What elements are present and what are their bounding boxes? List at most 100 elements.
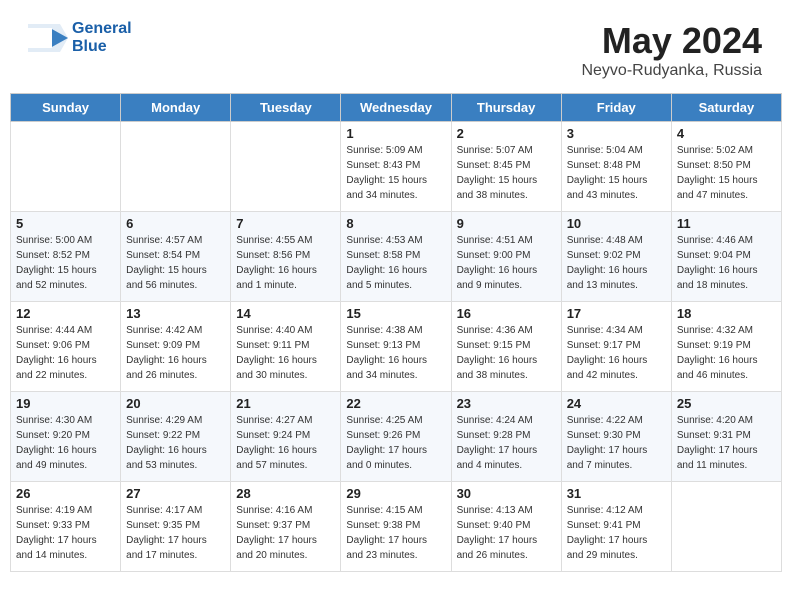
day-detail: Sunrise: 4:30 AM Sunset: 9:20 PM Dayligh… xyxy=(16,413,115,473)
day-detail: Sunrise: 5:07 AM Sunset: 8:45 PM Dayligh… xyxy=(457,143,556,203)
day-number: 7 xyxy=(236,216,335,231)
calendar-cell: 12 Sunrise: 4:44 AM Sunset: 9:06 PM Dayli… xyxy=(11,302,121,392)
calendar-cell: 2 Sunrise: 5:07 AM Sunset: 8:45 PM Daylig… xyxy=(451,122,561,212)
day-number: 8 xyxy=(346,216,445,231)
calendar-cell: 10Sunrise: 4:48 AM Sunset: 9:02 PM Dayli… xyxy=(561,212,671,302)
calendar-cell: 19 Sunrise: 4:30 AM Sunset: 9:20 PM Dayli… xyxy=(11,392,121,482)
calendar-week-row: 12 Sunrise: 4:44 AM Sunset: 9:06 PM Dayli… xyxy=(11,302,782,392)
day-number: 1 xyxy=(346,126,445,141)
calendar-header-row: SundayMondayTuesdayWednesdayThursdayFrid… xyxy=(11,94,782,122)
calendar-cell: 14 Sunrise: 4:40 AM Sunset: 9:11 PM Dayli… xyxy=(231,302,341,392)
calendar-cell: 27 Sunrise: 4:17 AM Sunset: 9:35 PM Dayli… xyxy=(121,482,231,572)
day-number: 19 xyxy=(16,396,115,411)
calendar-cell: 7Sunrise: 4:55 AM Sunset: 8:56 PM Daylig… xyxy=(231,212,341,302)
day-number: 22 xyxy=(346,396,445,411)
calendar-cell xyxy=(121,122,231,212)
day-detail: Sunrise: 4:38 AM Sunset: 9:13 PM Dayligh… xyxy=(346,323,445,383)
day-number: 20 xyxy=(126,396,225,411)
day-detail: Sunrise: 4:25 AM Sunset: 9:26 PM Dayligh… xyxy=(346,413,445,473)
day-number: 28 xyxy=(236,486,335,501)
day-number: 11 xyxy=(677,216,776,231)
day-number: 6 xyxy=(126,216,225,231)
day-detail: Sunrise: 4:12 AM Sunset: 9:41 PM Dayligh… xyxy=(567,503,666,563)
day-detail: Sunrise: 4:20 AM Sunset: 9:31 PM Dayligh… xyxy=(677,413,776,473)
calendar-cell: 6 Sunrise: 4:57 AM Sunset: 8:54 PM Daylig… xyxy=(121,212,231,302)
day-detail: Sunrise: 4:22 AM Sunset: 9:30 PM Dayligh… xyxy=(567,413,666,473)
day-of-week-header: Saturday xyxy=(671,94,781,122)
day-number: 16 xyxy=(457,306,556,321)
day-detail: Sunrise: 4:13 AM Sunset: 9:40 PM Dayligh… xyxy=(457,503,556,563)
calendar-cell: 29 Sunrise: 4:15 AM Sunset: 9:38 PM Dayli… xyxy=(341,482,451,572)
calendar-cell: 31 Sunrise: 4:12 AM Sunset: 9:41 PM Dayli… xyxy=(561,482,671,572)
day-detail: Sunrise: 4:15 AM Sunset: 9:38 PM Dayligh… xyxy=(346,503,445,563)
day-detail: Sunrise: 4:53 AM Sunset: 8:58 PM Dayligh… xyxy=(346,233,445,293)
calendar-cell: 17Sunrise: 4:34 AM Sunset: 9:17 PM Dayli… xyxy=(561,302,671,392)
day-number: 2 xyxy=(457,126,556,141)
calendar-week-row: 26Sunrise: 4:19 AM Sunset: 9:33 PM Dayli… xyxy=(11,482,782,572)
calendar-cell: 11 Sunrise: 4:46 AM Sunset: 9:04 PM Dayli… xyxy=(671,212,781,302)
calendar-table: SundayMondayTuesdayWednesdayThursdayFrid… xyxy=(10,93,782,572)
day-number: 31 xyxy=(567,486,666,501)
calendar-week-row: 19 Sunrise: 4:30 AM Sunset: 9:20 PM Dayli… xyxy=(11,392,782,482)
calendar-cell: 23 Sunrise: 4:24 AM Sunset: 9:28 PM Dayli… xyxy=(451,392,561,482)
day-of-week-header: Thursday xyxy=(451,94,561,122)
calendar-cell: 13Sunrise: 4:42 AM Sunset: 9:09 PM Dayli… xyxy=(121,302,231,392)
day-detail: Sunrise: 4:57 AM Sunset: 8:54 PM Dayligh… xyxy=(126,233,225,293)
day-number: 23 xyxy=(457,396,556,411)
calendar-cell: 3 Sunrise: 5:04 AM Sunset: 8:48 PM Daylig… xyxy=(561,122,671,212)
calendar-cell: 24Sunrise: 4:22 AM Sunset: 9:30 PM Dayli… xyxy=(561,392,671,482)
page-header: General Blue May 2024 Neyvo-Rudyanka, Ru… xyxy=(10,10,782,85)
calendar-cell: 21 Sunrise: 4:27 AM Sunset: 9:24 PM Dayli… xyxy=(231,392,341,482)
day-number: 14 xyxy=(236,306,335,321)
day-detail: Sunrise: 4:51 AM Sunset: 9:00 PM Dayligh… xyxy=(457,233,556,293)
day-detail: Sunrise: 4:36 AM Sunset: 9:15 PM Dayligh… xyxy=(457,323,556,383)
day-number: 3 xyxy=(567,126,666,141)
day-detail: Sunrise: 4:24 AM Sunset: 9:28 PM Dayligh… xyxy=(457,413,556,473)
day-number: 10 xyxy=(567,216,666,231)
logo-general: General xyxy=(72,20,132,38)
calendar-week-row: 1 Sunrise: 5:09 AM Sunset: 8:43 PM Daylig… xyxy=(11,122,782,212)
day-number: 21 xyxy=(236,396,335,411)
calendar-cell: 28 Sunrise: 4:16 AM Sunset: 9:37 PM Dayli… xyxy=(231,482,341,572)
day-detail: Sunrise: 5:00 AM Sunset: 8:52 PM Dayligh… xyxy=(16,233,115,293)
calendar-cell xyxy=(11,122,121,212)
day-of-week-header: Wednesday xyxy=(341,94,451,122)
calendar-cell xyxy=(231,122,341,212)
day-number: 15 xyxy=(346,306,445,321)
day-number: 9 xyxy=(457,216,556,231)
day-number: 12 xyxy=(16,306,115,321)
calendar-cell: 16 Sunrise: 4:36 AM Sunset: 9:15 PM Dayli… xyxy=(451,302,561,392)
day-detail: Sunrise: 4:44 AM Sunset: 9:06 PM Dayligh… xyxy=(16,323,115,383)
calendar-title: May 2024 xyxy=(581,20,762,62)
calendar-cell: 9 Sunrise: 4:51 AM Sunset: 9:00 PM Daylig… xyxy=(451,212,561,302)
day-detail: Sunrise: 5:04 AM Sunset: 8:48 PM Dayligh… xyxy=(567,143,666,203)
day-detail: Sunrise: 5:09 AM Sunset: 8:43 PM Dayligh… xyxy=(346,143,445,203)
day-number: 30 xyxy=(457,486,556,501)
day-detail: Sunrise: 5:02 AM Sunset: 8:50 PM Dayligh… xyxy=(677,143,776,203)
day-of-week-header: Friday xyxy=(561,94,671,122)
day-detail: Sunrise: 4:46 AM Sunset: 9:04 PM Dayligh… xyxy=(677,233,776,293)
day-number: 29 xyxy=(346,486,445,501)
day-detail: Sunrise: 4:32 AM Sunset: 9:19 PM Dayligh… xyxy=(677,323,776,383)
day-detail: Sunrise: 4:29 AM Sunset: 9:22 PM Dayligh… xyxy=(126,413,225,473)
logo-blue: Blue xyxy=(72,38,132,56)
day-detail: Sunrise: 4:19 AM Sunset: 9:33 PM Dayligh… xyxy=(16,503,115,563)
day-detail: Sunrise: 4:40 AM Sunset: 9:11 PM Dayligh… xyxy=(236,323,335,383)
day-number: 4 xyxy=(677,126,776,141)
title-block: May 2024 Neyvo-Rudyanka, Russia xyxy=(581,20,762,80)
calendar-cell: 4 Sunrise: 5:02 AM Sunset: 8:50 PM Daylig… xyxy=(671,122,781,212)
day-detail: Sunrise: 4:27 AM Sunset: 9:24 PM Dayligh… xyxy=(236,413,335,473)
calendar-cell: 20 Sunrise: 4:29 AM Sunset: 9:22 PM Dayli… xyxy=(121,392,231,482)
day-detail: Sunrise: 4:16 AM Sunset: 9:37 PM Dayligh… xyxy=(236,503,335,563)
day-of-week-header: Tuesday xyxy=(231,94,341,122)
day-detail: Sunrise: 4:42 AM Sunset: 9:09 PM Dayligh… xyxy=(126,323,225,383)
day-number: 18 xyxy=(677,306,776,321)
day-number: 27 xyxy=(126,486,225,501)
day-of-week-header: Monday xyxy=(121,94,231,122)
calendar-cell: 30 Sunrise: 4:13 AM Sunset: 9:40 PM Dayli… xyxy=(451,482,561,572)
calendar-cell: 26Sunrise: 4:19 AM Sunset: 9:33 PM Dayli… xyxy=(11,482,121,572)
calendar-cell xyxy=(671,482,781,572)
day-detail: Sunrise: 4:17 AM Sunset: 9:35 PM Dayligh… xyxy=(126,503,225,563)
calendar-cell: 8 Sunrise: 4:53 AM Sunset: 8:58 PM Daylig… xyxy=(341,212,451,302)
calendar-location: Neyvo-Rudyanka, Russia xyxy=(581,62,762,80)
